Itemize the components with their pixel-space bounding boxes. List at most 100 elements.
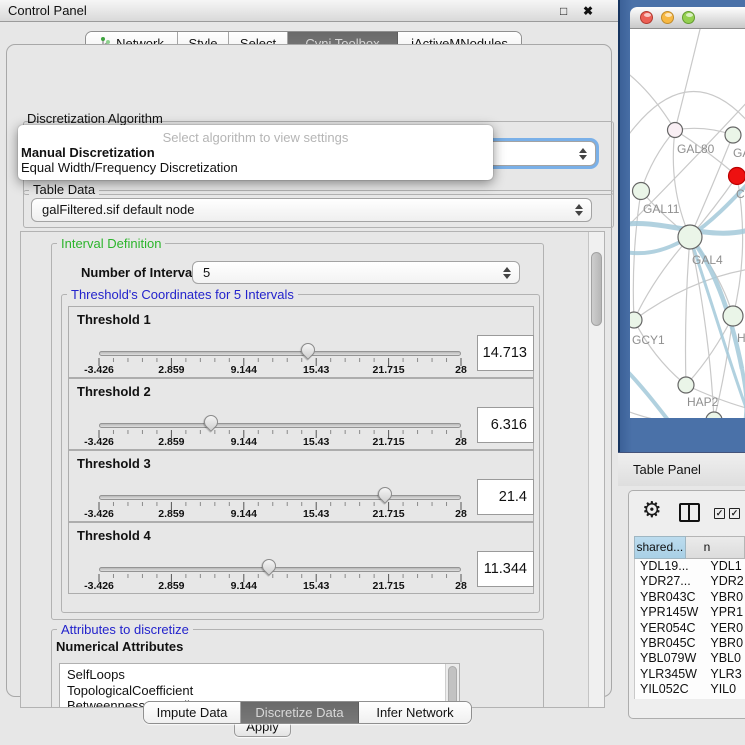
column-header-shared-name[interactable]: shared... xyxy=(634,536,686,559)
network-node-label: GA xyxy=(733,146,745,160)
network-edge[interactable] xyxy=(641,130,675,191)
slider-track[interactable] xyxy=(99,567,461,572)
tab-impute-data[interactable]: Impute Data xyxy=(144,702,241,723)
slider-thumb[interactable] xyxy=(201,412,221,432)
network-node[interactable] xyxy=(706,412,722,418)
network-edge[interactable] xyxy=(675,29,702,130)
slider-track[interactable] xyxy=(99,495,461,500)
table-row[interactable]: YBL079WYBL0 xyxy=(635,651,745,666)
panel-scrollbar-thumb[interactable] xyxy=(591,252,602,326)
threshold-value-field[interactable]: 11.344 xyxy=(477,551,534,587)
algorithm-option-equal-width[interactable]: Equal Width/Frequency Discretization xyxy=(21,160,238,175)
slider-thumb[interactable] xyxy=(259,556,279,576)
network-edge[interactable] xyxy=(633,191,641,320)
table-row[interactable]: YER054CYER0 xyxy=(635,621,745,636)
table-row[interactable]: YLR345WYLR3 xyxy=(635,667,745,682)
slider-thumb[interactable] xyxy=(375,484,395,504)
tick-label: -3.426 xyxy=(84,436,114,448)
minimize-traffic-light-icon[interactable] xyxy=(661,11,674,24)
tick-label: 2.859 xyxy=(158,436,184,448)
tick-label: 15.43 xyxy=(303,580,329,592)
algorithm-option-manual[interactable]: Manual Discretization xyxy=(21,145,155,160)
attribute-item[interactable]: TopologicalCoefficient xyxy=(60,683,459,699)
slider-thumb[interactable] xyxy=(298,340,318,360)
table-row[interactable]: YDL19...YDL1 xyxy=(635,559,745,574)
tick-label: 9.144 xyxy=(231,508,257,520)
tab-infer-network[interactable]: Infer Network xyxy=(359,702,471,723)
table-row[interactable]: YBR043CYBR0 xyxy=(635,590,745,605)
tab-label: Infer Network xyxy=(376,705,453,720)
network-node-hap2[interactable] xyxy=(678,377,694,393)
network-edge[interactable] xyxy=(630,69,675,130)
combo-arrows-icon xyxy=(575,204,583,216)
tick-label: -3.426 xyxy=(84,580,114,592)
number-of-intervals-combobox[interactable]: 5 xyxy=(192,261,520,284)
table-cell: YER054C xyxy=(635,621,707,636)
threshold-value-field[interactable]: 6.316 xyxy=(477,407,534,443)
table-cell: YIL0 xyxy=(707,682,745,697)
settings-scroll-pane: Interval Definition Number of Intervals … xyxy=(20,231,605,708)
network-node-gcy1[interactable] xyxy=(630,312,642,328)
table-cell: YDL19... xyxy=(635,559,707,574)
close-icon[interactable]: ✖ xyxy=(583,0,593,22)
table-data-combobox[interactable]: galFiltered.sif default node xyxy=(31,198,592,222)
slider-ticks xyxy=(94,502,466,512)
tick-label: 21.715 xyxy=(373,508,405,520)
tick-label: 2.859 xyxy=(158,364,184,376)
network-node-label: C xyxy=(736,187,745,201)
zoom-traffic-light-icon[interactable] xyxy=(682,11,695,24)
control-panel: Control Panel □ ✖ NetworkStyleSelectCyni… xyxy=(0,0,618,745)
threshold-row: Threshold 1-3.4262.8599.14415.4321.71528… xyxy=(68,306,534,378)
network-canvas[interactable]: GAL80GACGAL11GAL4GCY1HHAP2 xyxy=(630,29,745,418)
network-edge[interactable] xyxy=(630,409,714,418)
table-row[interactable]: YDR27...YDR2 xyxy=(635,574,745,589)
network-node-gal80[interactable] xyxy=(668,123,683,138)
tab-label: Discretize Data xyxy=(255,705,343,720)
checkbox-icon[interactable]: ✓ xyxy=(714,508,725,519)
slider-track[interactable] xyxy=(99,423,461,428)
network-node-h[interactable] xyxy=(723,306,743,326)
bottom-tab-strip: Impute Data Discretize Data Infer Network xyxy=(143,701,472,724)
tick-label: 21.715 xyxy=(373,580,405,592)
combo-arrows-icon xyxy=(503,267,511,279)
table-cell: YPR1 xyxy=(707,605,745,620)
network-edge[interactable] xyxy=(675,128,733,135)
table-row[interactable]: YIL052CYIL0 xyxy=(635,682,745,697)
threshold-label: Threshold 2 xyxy=(77,384,151,399)
threshold-value-field[interactable]: 21.4 xyxy=(477,479,534,515)
tick-label: 15.43 xyxy=(303,364,329,376)
network-edge-thick[interactable] xyxy=(630,364,675,418)
table-cell: YBR043C xyxy=(635,590,707,605)
float-window-icon[interactable]: □ xyxy=(560,0,567,22)
gear-icon[interactable]: ⚙ xyxy=(642,498,662,523)
tick-label: 21.715 xyxy=(373,364,405,376)
network-node-gal11[interactable] xyxy=(633,183,650,200)
table-cell: YLR345W xyxy=(635,667,707,682)
table-cell: YDL1 xyxy=(707,559,745,574)
attribute-item[interactable]: SelfLoops xyxy=(60,667,459,683)
tick-label: 15.43 xyxy=(303,436,329,448)
table-cell: YDR27... xyxy=(635,574,707,589)
panel-vertical-scrollbar[interactable] xyxy=(588,232,604,707)
threshold-label: Threshold 4 xyxy=(77,528,151,543)
node-attribute-table: shared... n YDL19...YDL1YDR27...YDR2YBR0… xyxy=(634,536,745,718)
network-node-gal4[interactable] xyxy=(678,225,702,249)
close-traffic-light-icon[interactable] xyxy=(640,11,653,24)
threshold-value-field[interactable]: 14.713 xyxy=(477,335,534,371)
network-window-titlebar[interactable] xyxy=(630,7,745,29)
slider-track[interactable] xyxy=(99,351,461,356)
network-edge[interactable] xyxy=(634,320,686,385)
tick-label: 15.43 xyxy=(303,508,329,520)
tab-discretize-data[interactable]: Discretize Data xyxy=(241,702,359,723)
tick-label: 9.144 xyxy=(231,580,257,592)
split-columns-icon[interactable] xyxy=(679,503,700,522)
checkbox-icon[interactable]: ✓ xyxy=(729,508,740,519)
network-node-ga[interactable] xyxy=(725,127,741,143)
table-row[interactable]: YPR145WYPR1 xyxy=(635,605,745,620)
network-node-c[interactable] xyxy=(729,168,745,185)
table-row[interactable]: YBR045CYBR0 xyxy=(635,636,745,651)
table-cell: YBR0 xyxy=(707,636,745,651)
threshold-row: Threshold 4-3.4262.8599.14415.4321.71528… xyxy=(68,522,534,594)
column-header-name[interactable]: n xyxy=(686,536,745,559)
network-edge[interactable] xyxy=(686,237,691,385)
